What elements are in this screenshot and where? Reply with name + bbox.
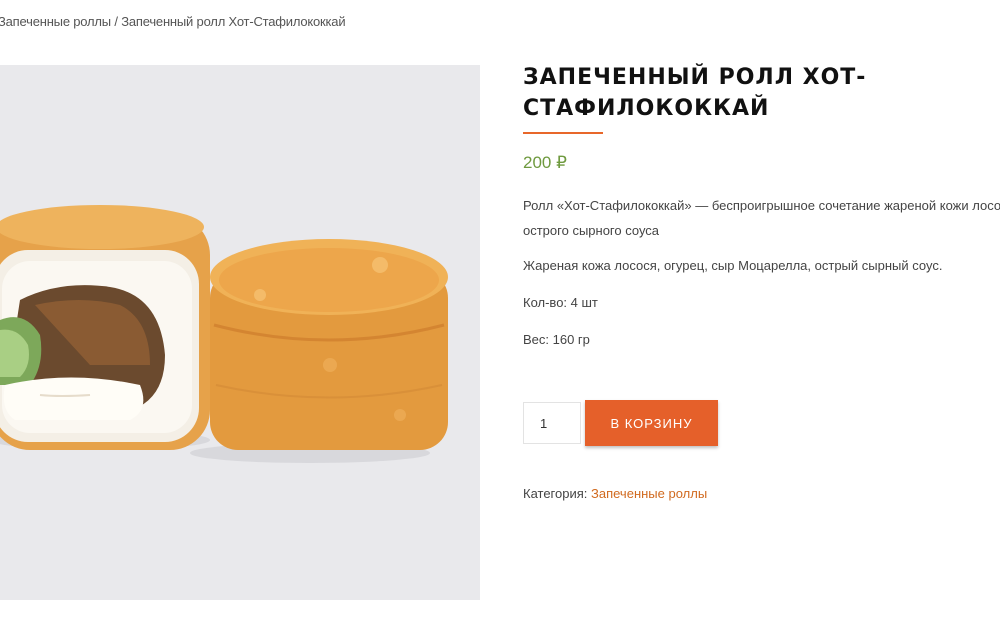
product-page: Запеченные роллы / Запеченный ролл Хот-С… <box>0 0 1000 625</box>
product-weight: Вес: 160 гр <box>523 332 590 347</box>
product-category: Категория: Запеченные роллы <box>523 486 707 501</box>
product-description: Ролл «Хот-Стафилококкай» — беспроигрышно… <box>523 193 1000 243</box>
add-to-cart-row: В корзину <box>523 400 718 446</box>
product-image[interactable] <box>0 65 480 600</box>
add-to-cart-button[interactable]: В корзину <box>585 400 718 446</box>
category-link[interactable]: Запеченные роллы <box>591 486 707 501</box>
description-line-2: острого сырного соуса <box>523 223 660 238</box>
sushi-roll-image <box>0 65 480 600</box>
product-price: 200 ₽ <box>523 153 567 172</box>
breadcrumb-separator: / <box>114 14 118 29</box>
product-count: Кол-во: 4 шт <box>523 295 598 310</box>
category-label: Категория: <box>523 486 588 501</box>
breadcrumb: Запеченные роллы / Запеченный ролл Хот-С… <box>0 14 346 29</box>
product-info: Запеченный ролл Хот-Стафилококкай 200 ₽ … <box>523 62 1000 501</box>
quantity-input[interactable] <box>523 402 581 444</box>
product-ingredients: Жареная кожа лосося, огурец, сыр Моцарел… <box>523 258 943 273</box>
product-title: Запеченный ролл Хот-Стафилококкай <box>523 65 867 121</box>
title-divider <box>523 132 603 134</box>
breadcrumb-link-category[interactable]: Запеченные роллы <box>0 14 111 29</box>
description-line-1: Ролл «Хот-Стафилококкай» — беспроигрышно… <box>523 198 1000 213</box>
breadcrumb-current: Запеченный ролл Хот-Стафилококкай <box>121 14 346 29</box>
